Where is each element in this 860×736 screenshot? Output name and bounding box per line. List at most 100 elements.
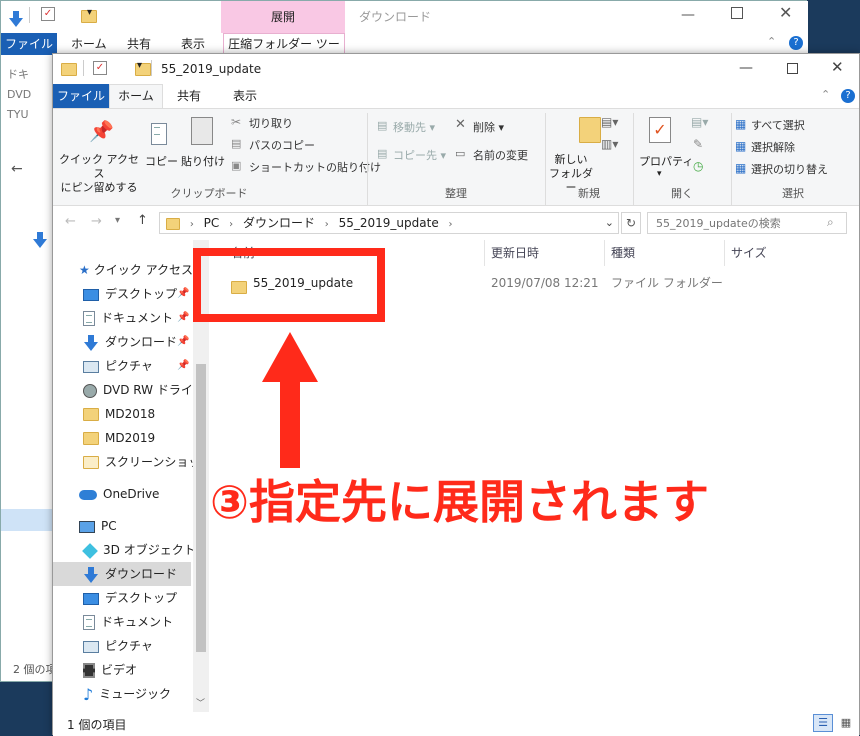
ribbon-tab-bar: ファイル ホーム 共有 表示 ⌃ ? [53,84,859,109]
back-side-icons [29,209,49,248]
paste-button[interactable]: 貼り付け [181,153,225,169]
picture-icon [83,640,99,653]
delete-button[interactable]: 削除 ▾ [473,119,504,135]
maximize-button[interactable] [787,63,798,74]
file-type: ファイル フォルダー [611,276,723,290]
properties-icon[interactable]: ✓ [41,7,55,21]
nav-item-documents[interactable]: ドキュメント 📌 [83,306,189,330]
properties-button[interactable]: プロパティ [639,153,693,169]
tab-home[interactable]: ホーム [109,84,163,109]
column-modified[interactable]: 更新日時 [487,240,605,266]
breadcrumb-downloads[interactable]: ダウンロード [243,216,315,230]
desktop-icon [83,288,99,301]
chevron-down-icon[interactable]: ▾ [137,60,142,71]
copy-button[interactable]: コピー [145,153,178,169]
nav-pc-desktop[interactable]: デスクトップ [83,586,177,610]
nav-pc-videos[interactable]: ビデオ [83,658,137,682]
nav-pc-3d-objects[interactable]: 3D オブジェクト [82,538,196,562]
recent-chevron-icon[interactable]: ▾ [115,215,120,226]
tab-view[interactable]: 表示 [233,84,257,108]
folder-icon [83,432,99,445]
organize-group-label: 整理 [445,187,467,200]
move-to-button[interactable]: 移動先 ▾ [393,119,435,135]
collapse-ribbon-icon[interactable]: ⌃ [821,88,830,101]
nav-item-dvd-drive[interactable]: DVD RW ドライブ ( [83,378,209,402]
tab-compressed-tools[interactable]: 圧縮フォルダー ツール [223,33,345,71]
address-history-chevron-icon[interactable]: ⌄ [605,213,614,233]
back-title-bar: ✓ ▾ 展開 ダウンロード — ✕ [1,1,808,33]
column-type[interactable]: 種類 [607,240,725,266]
tab-share[interactable]: 共有 [127,33,151,55]
desktop-icon [83,592,99,605]
open-icon[interactable]: ▤▾ [691,115,708,129]
tab-file[interactable]: ファイル [53,84,109,108]
nav-item-screenshots[interactable]: スクリーンショット [83,450,209,474]
nav-item-md2019[interactable]: MD2019 [83,426,155,450]
video-icon [83,663,95,678]
rename-button[interactable]: 名前の変更 [473,147,528,163]
back-tab-bar: ファイル ホーム 共有 表示 圧縮フォルダー ツール ⌃ ? [1,33,808,71]
collapse-ribbon-icon[interactable]: ⌃ [767,35,776,48]
rename-icon: ▭ [455,147,466,160]
nav-pc-documents[interactable]: ドキュメント [83,610,173,634]
nav-item-md2018[interactable]: MD2018 [83,402,155,426]
details-view-icon[interactable]: ☰ [813,714,833,732]
breadcrumb-pc[interactable]: PC [204,216,220,230]
up-arrow-icon[interactable]: ↑ [137,213,148,228]
scroll-down-icon[interactable]: ﹀ [196,696,205,709]
close-button[interactable]: ✕ [831,58,844,76]
maximize-button[interactable] [731,7,743,19]
paste-shortcut-button[interactable]: ショートカットの貼り付け [249,159,381,175]
select-group-label: 選択 [782,187,804,200]
invert-selection-button[interactable]: 選択の切り替え [751,161,828,177]
tab-home[interactable]: ホーム [71,33,107,55]
tab-view[interactable]: 表示 [181,33,205,55]
minimize-button[interactable]: — [739,60,753,76]
copy-to-button[interactable]: コピー先 ▾ [393,147,446,163]
back-window-title: ダウンロード [359,10,432,24]
new-folder-icon [578,117,601,143]
select-all-button[interactable]: すべて選択 [751,117,805,133]
nav-pc-downloads[interactable]: ダウンロード [53,562,191,586]
search-input[interactable] [647,212,847,234]
help-icon[interactable]: ? [789,36,803,50]
download-icon [83,334,99,351]
new-item-icon[interactable]: ▤▾ [601,115,618,129]
title-bar: ✓ ▾ 55_2019_update — ✕ [53,54,859,84]
context-tab-extract[interactable]: 展開 [221,1,345,33]
nav-scrollbar-thumb[interactable] [196,364,206,652]
nav-item-desktop[interactable]: デスクトップ 📌 [83,282,189,306]
chevron-down-icon[interactable]: ▾ [87,7,92,18]
help-icon[interactable]: ? [841,89,855,103]
chevron-down-icon[interactable]: ▾ [657,169,662,179]
back-nav-arrow-icon[interactable]: ← [11,161,23,177]
back-arrow-icon[interactable]: ← [65,214,76,229]
select-none-button[interactable]: 選択解除 [751,139,795,155]
nav-pc-music[interactable]: ♪ ミュージック [83,682,171,706]
tab-share[interactable]: 共有 [177,84,201,108]
properties-icon[interactable]: ✓ [93,61,107,75]
refresh-icon[interactable]: ↻ [621,212,641,234]
tab-file[interactable]: ファイル [1,33,57,55]
close-button[interactable]: ✕ [779,3,792,22]
minimize-button[interactable]: — [681,7,695,23]
nav-item-downloads[interactable]: ダウンロード 📌 [83,330,189,354]
copy-path-button[interactable]: パスのコピー [249,137,315,153]
column-size[interactable]: サイズ [727,240,817,266]
nav-item-pictures[interactable]: ピクチャ 📌 [83,354,189,378]
new-group-label: 新規 [578,187,600,200]
nav-onedrive[interactable]: OneDrive [79,482,159,506]
nav-quick-access[interactable]: ★ クイック アクセス [79,258,193,282]
cut-button[interactable]: 切り取り [249,115,293,131]
history-icon[interactable]: ◷ [693,159,703,173]
easy-access-icon[interactable]: ▥▾ [601,137,618,151]
large-icons-view-icon[interactable]: ▦ [837,714,855,732]
annotation-text: ③指定先に展開されます [210,475,709,529]
nav-pc-pictures[interactable]: ピクチャ [83,634,153,658]
edit-icon[interactable]: ✎ [693,137,703,151]
forward-arrow-icon[interactable]: → [91,214,102,229]
address-bar[interactable]: › PC › ダウンロード › 55_2019_update › ⌄ [159,212,619,234]
nav-pc[interactable]: PC [79,514,117,538]
breadcrumb-current[interactable]: 55_2019_update [339,216,439,230]
folder-icon [61,63,77,76]
